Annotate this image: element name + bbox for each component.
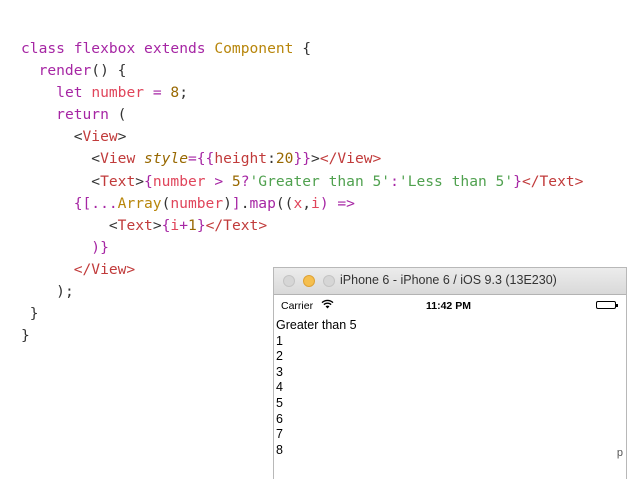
wifi-icon	[321, 299, 334, 309]
close-paren-brace: )}	[91, 238, 109, 256]
string-greater: 'Greater than 5'	[249, 172, 391, 190]
style-key-height: height	[214, 150, 268, 168]
jsx-tag-text: Text	[117, 216, 153, 234]
edge-text: p	[616, 447, 623, 459]
style-expr-close: }}	[293, 150, 312, 168]
app-text-line: 7	[276, 427, 283, 442]
jsx-tag-view: View	[100, 150, 136, 168]
code-line-1: class flexbox extends Component {	[21, 38, 583, 60]
app-text-line: 4	[276, 380, 283, 395]
number-literal-5: 5	[231, 172, 241, 190]
spread-open: {[	[73, 194, 92, 212]
code-line-4: return (	[21, 104, 583, 126]
assign-operator: =	[144, 84, 171, 102]
jsx-close-view: </View>	[319, 150, 382, 168]
render-method: render	[38, 62, 92, 80]
style-expr-open: ={{	[187, 150, 215, 168]
variable-number: number	[91, 84, 145, 102]
tag-open-bracket: <	[73, 128, 83, 146]
variable-i: i	[311, 194, 320, 212]
tag-close-bracket: >	[311, 150, 320, 168]
status-time: 11:42 PM	[426, 300, 471, 312]
number-literal-20: 20	[275, 150, 294, 168]
ternary-operator: ?	[240, 172, 250, 190]
close-button[interactable]	[283, 275, 295, 287]
class-name: flexbox	[73, 40, 136, 57]
return-paren: (	[108, 106, 127, 124]
app-text-line: 1	[276, 333, 283, 348]
ternary-colon: :	[390, 172, 399, 190]
app-text-line: Greater than 5	[276, 318, 357, 332]
keyword-return: return	[56, 106, 109, 124]
expr-close: }	[513, 172, 522, 190]
battery-icon	[596, 301, 618, 309]
tag-close-bracket: >	[117, 128, 127, 146]
render-signature: () {	[91, 62, 127, 80]
jsx-tag-text: Text	[100, 172, 136, 190]
expr-open: {	[144, 172, 153, 190]
zoom-button[interactable]	[323, 275, 335, 287]
tag-open-bracket: <	[91, 150, 101, 168]
string-less: 'Less than 5'	[398, 172, 514, 190]
tag-open-bracket: <	[108, 216, 118, 234]
app-text-line: 8	[276, 442, 283, 457]
semicolon: ;	[179, 84, 188, 102]
number-literal-8: 8	[170, 84, 180, 102]
variable-x: x	[293, 194, 303, 212]
code-line-2: render() {	[21, 60, 583, 82]
bracket-close: ]	[231, 194, 241, 212]
code-line-7: <Text>{number > 5?'Greater than 5':'Less…	[21, 171, 583, 193]
tag-close-bracket: >	[152, 216, 162, 234]
array-constructor: Array	[117, 194, 162, 212]
minimize-button[interactable]	[303, 275, 315, 287]
jsx-close-text: </Text>	[521, 172, 584, 190]
spread-operator: ...	[91, 194, 118, 212]
app-text-line: 3	[276, 364, 283, 379]
expr-close: }	[196, 216, 206, 234]
jsx-attr-style: style	[144, 150, 188, 168]
jsx-close-text: </Text>	[205, 216, 268, 234]
arrow-operator: ) =>	[319, 194, 355, 212]
simulator-titlebar[interactable]: iPhone 6 - iPhone 6 / iOS 9.3 (13E230)	[274, 268, 626, 295]
code-line-8: {[...Array(number)].map((x,i) =>	[21, 193, 583, 215]
code-line-9: <Text>{i+1}</Text>	[21, 215, 583, 237]
app-text-line: 6	[276, 411, 283, 426]
keyword-let: let	[56, 84, 83, 102]
carrier-label: Carrier	[281, 300, 314, 312]
app-text-line: 2	[276, 349, 283, 364]
code-line-3: let number = 8;	[21, 82, 583, 104]
args-open: ((	[275, 194, 294, 212]
simulator-window: iPhone 6 - iPhone 6 / iOS 9.3 (13E230) C…	[273, 267, 627, 479]
map-method: map	[249, 194, 276, 212]
comma: ,	[302, 194, 312, 212]
code-line-5: <View>	[21, 126, 583, 148]
number-literal-1: 1	[188, 216, 197, 234]
plus-operator: +	[179, 216, 189, 234]
app-text-line: 5	[276, 395, 283, 410]
app-content: Greater than 5 1 2 3 4 5 6 7 8	[274, 318, 626, 458]
keyword-class: class	[21, 40, 65, 57]
code-line-6: <View style={{height:20}}></View>	[21, 148, 583, 170]
code-line-10: )}	[21, 237, 583, 259]
variable-number: number	[170, 194, 224, 212]
close-class: }	[21, 327, 30, 345]
colon: :	[267, 150, 276, 168]
compare-operator: >	[205, 172, 232, 190]
parent-class-name: Component	[214, 40, 294, 57]
tag-close-bracket: >	[135, 172, 145, 190]
window-title: iPhone 6 - iPhone 6 / iOS 9.3 (13E230)	[340, 273, 557, 287]
close-render: }	[29, 305, 39, 323]
paren-close: )	[223, 194, 232, 212]
ios-status-bar: Carrier 11:42 PM	[274, 295, 626, 315]
open-brace: {	[293, 40, 312, 57]
variable-number: number	[152, 172, 206, 190]
keyword-extends: extends	[144, 40, 206, 57]
variable-i: i	[170, 216, 180, 234]
dot: .	[240, 194, 250, 212]
jsx-close-view: </View>	[73, 260, 136, 278]
close-return: );	[56, 283, 74, 301]
jsx-tag-view: View	[82, 128, 118, 146]
tag-open-bracket: <	[91, 172, 101, 190]
